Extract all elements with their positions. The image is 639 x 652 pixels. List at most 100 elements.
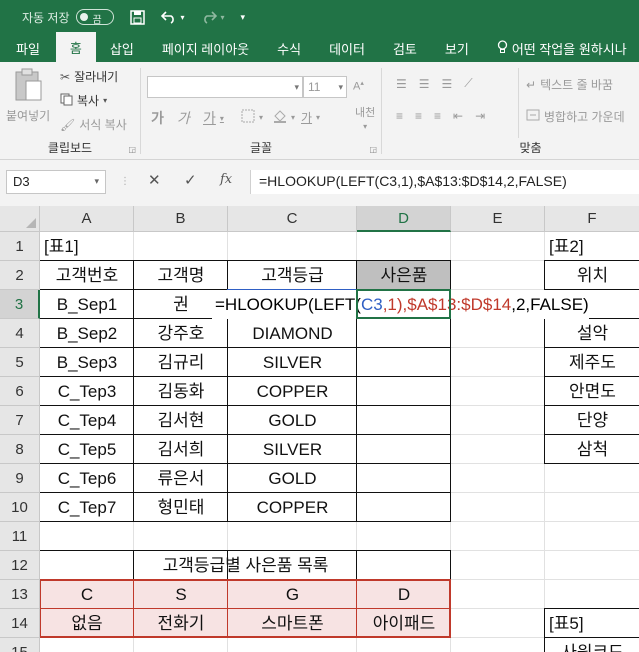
cell-a1[interactable]: [표1] — [40, 232, 134, 261]
row-header-13[interactable]: 13 — [0, 580, 40, 609]
row-header-5[interactable]: 5 — [0, 348, 40, 377]
cell-d2[interactable]: 사은품 — [357, 261, 451, 290]
border-button[interactable]: ▾ — [241, 109, 263, 126]
redo-dropdown-icon[interactable]: ▾ — [221, 13, 225, 22]
cancel-icon[interactable]: ✕ — [148, 171, 161, 189]
cell-a4[interactable]: B_Sep2 — [40, 319, 134, 348]
font-color-dropdown-icon[interactable]: ▾ — [316, 113, 320, 122]
cell-f1[interactable]: [표2] — [545, 232, 639, 261]
column-header-b[interactable]: B — [134, 206, 228, 232]
redo-icon[interactable] — [201, 10, 217, 24]
active-cell-d3[interactable] — [356, 289, 451, 319]
copy-dropdown-icon[interactable]: ▾ — [103, 96, 107, 105]
cell-a2[interactable]: 고객번호 — [40, 261, 134, 290]
cell-b8[interactable]: 김서희 — [134, 435, 228, 464]
tab-home[interactable]: 홈 — [55, 32, 96, 62]
merge-center-button[interactable]: 병합하고 가운데 — [526, 108, 625, 125]
formula-bar-grip-icon[interactable]: ⋮ — [120, 176, 130, 187]
cell-c6[interactable]: COPPER — [228, 377, 357, 406]
cell-b5[interactable]: 김규리 — [134, 348, 228, 377]
name-box-dropdown-icon[interactable]: ▾ — [94, 176, 99, 187]
cell-c2[interactable]: 고객등급 — [228, 261, 357, 290]
increase-indent-icon[interactable]: ⇥ — [475, 109, 485, 123]
row-header-6[interactable]: 6 — [0, 377, 40, 406]
row-header-8[interactable]: 8 — [0, 435, 40, 464]
cell-f14[interactable]: [표5] — [545, 609, 639, 638]
cell-a14[interactable]: 없음 — [40, 609, 134, 638]
cell-b10[interactable]: 형민태 — [134, 493, 228, 522]
row-header-2[interactable]: 2 — [0, 261, 40, 290]
cell-f5[interactable]: 제주도 — [545, 348, 639, 377]
cell-b7[interactable]: 김서현 — [134, 406, 228, 435]
cell-a12[interactable]: 고객등급별 사은품 목록 — [40, 551, 451, 580]
phonetic-button[interactable]: 내천 ▾ — [355, 108, 375, 132]
align-right-icon[interactable]: ≡ — [434, 109, 441, 123]
cut-button[interactable]: ✂ 잘라내기 — [60, 68, 118, 85]
row-header-1[interactable]: 1 — [0, 232, 40, 261]
cell-a13[interactable]: C — [40, 580, 134, 609]
cell-c5[interactable]: SILVER — [228, 348, 357, 377]
autosave-control[interactable]: 자동 저장 끔 — [22, 9, 114, 26]
cell-b2[interactable]: 고객명 — [134, 261, 228, 290]
underline-dropdown-icon[interactable]: ▾ — [220, 114, 224, 123]
clipboard-launcher-icon[interactable]: ◲ — [128, 145, 136, 154]
cell-b9[interactable]: 류은서 — [134, 464, 228, 493]
cell-a7[interactable]: C_Tep4 — [40, 406, 134, 435]
cell-a10[interactable]: C_Tep7 — [40, 493, 134, 522]
copy-button[interactable]: 복사 ▾ — [60, 92, 107, 109]
font-size-box[interactable]: 11 ▾ — [303, 76, 347, 98]
cell-f7[interactable]: 단양 — [545, 406, 639, 435]
name-box[interactable]: D3 ▾ — [6, 170, 106, 194]
font-name-box[interactable]: ▾ — [147, 76, 303, 98]
cell-c13[interactable]: G — [228, 580, 357, 609]
cell-b4[interactable]: 강주호 — [134, 319, 228, 348]
tab-data[interactable]: 데이터 — [315, 34, 379, 62]
align-top-icon[interactable]: ☰ — [396, 77, 407, 91]
cell-c8[interactable]: SILVER — [228, 435, 357, 464]
cell-c14[interactable]: 스마트폰 — [228, 609, 357, 638]
font-size-dropdown-icon[interactable]: ▾ — [338, 82, 343, 93]
cell-b14[interactable]: 전화기 — [134, 609, 228, 638]
grow-font-button[interactable]: A▴ — [353, 79, 364, 93]
align-left-icon[interactable]: ≡ — [396, 109, 403, 123]
paste-button[interactable]: 붙여넣기 — [6, 68, 50, 124]
column-header-a[interactable]: A — [40, 206, 134, 232]
cell-d13[interactable]: D — [357, 580, 451, 609]
row-header-12[interactable]: 12 — [0, 551, 40, 580]
italic-button[interactable]: 가 — [177, 108, 190, 128]
row-header-14[interactable]: 14 — [0, 609, 40, 638]
row-header-15[interactable]: 15 — [0, 638, 40, 652]
align-bottom-icon[interactable]: ☰ — [442, 77, 453, 91]
row-header-11[interactable]: 11 — [0, 522, 40, 551]
align-middle-icon[interactable]: ☰ — [419, 77, 430, 91]
cell-a3[interactable]: B_Sep1 — [40, 290, 134, 319]
tab-review[interactable]: 검토 — [379, 34, 431, 62]
row-header-7[interactable]: 7 — [0, 406, 40, 435]
cell-c4[interactable]: DIAMOND — [228, 319, 357, 348]
formula-input[interactable]: =HLOOKUP(LEFT(C3,1),$A$13:$D$14,2,FALSE) — [250, 170, 639, 194]
phonetic-dropdown-icon[interactable]: ▾ — [363, 122, 367, 132]
format-painter-button[interactable]: 🖌 서식 복사 — [60, 116, 127, 133]
tab-file[interactable]: 파일 — [0, 34, 56, 62]
cell-c7[interactable]: GOLD — [228, 406, 357, 435]
cell-f15[interactable]: 사원코드 — [545, 638, 639, 652]
save-icon[interactable] — [129, 9, 145, 25]
cell-a5[interactable]: B_Sep3 — [40, 348, 134, 377]
cell-f8[interactable]: 삼척 — [545, 435, 639, 464]
column-header-d[interactable]: D — [357, 206, 451, 232]
font-launcher-icon[interactable]: ◲ — [369, 145, 377, 154]
undo-dropdown-icon[interactable]: ▾ — [181, 13, 185, 22]
cell-f4[interactable]: 설악 — [545, 319, 639, 348]
autosave-toggle[interactable]: 끔 — [75, 9, 114, 26]
tab-view[interactable]: 보기 — [431, 34, 483, 62]
column-header-c[interactable]: C — [228, 206, 357, 232]
tab-insert[interactable]: 삽입 — [96, 34, 148, 62]
decrease-indent-icon[interactable]: ⇤ — [453, 109, 463, 123]
tell-me-search[interactable]: 어떤 작업을 원하시나 — [483, 34, 639, 62]
customize-qat-icon[interactable]: ▾ — [241, 12, 246, 23]
worksheet-grid[interactable]: ABCDEF123456789101112131415[표1][표2]고객번호고… — [0, 206, 639, 652]
cell-b13[interactable]: S — [134, 580, 228, 609]
select-all-button[interactable] — [0, 206, 40, 232]
row-header-4[interactable]: 4 — [0, 319, 40, 348]
undo-icon[interactable] — [160, 10, 177, 24]
